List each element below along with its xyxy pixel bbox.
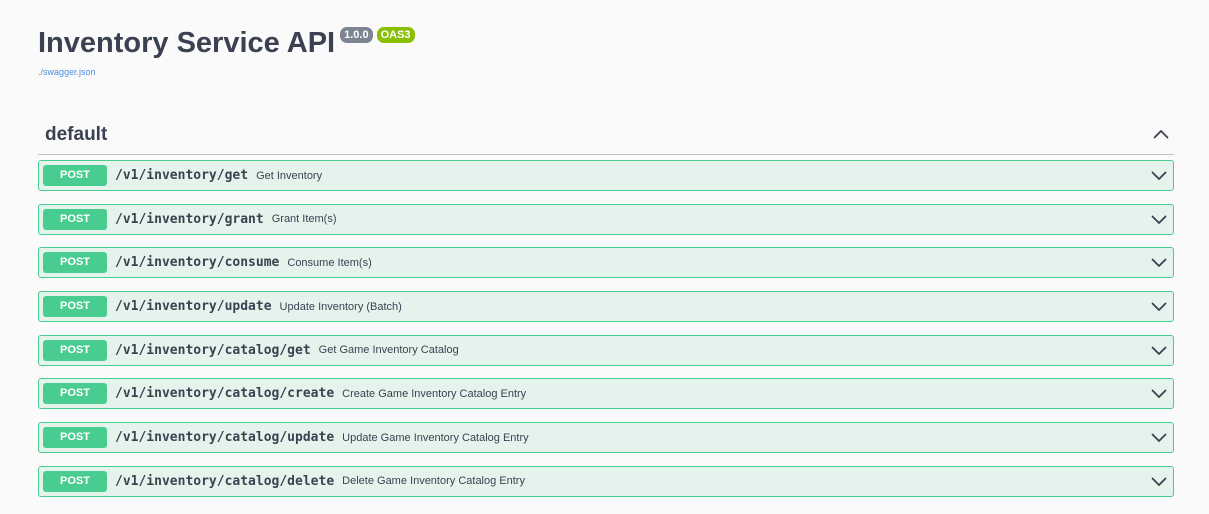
chevron-down-icon[interactable] [1149,341,1169,361]
api-info: Inventory Service API 1.0.0 OAS3 ./swagg… [38,24,415,78]
tag-section-default: default POST /v1/inventory/get Get Inven… [38,114,1174,497]
operation-path: /v1/inventory/catalog/get [115,342,311,358]
operation-row[interactable]: POST /v1/inventory/catalog/delete Delete… [38,465,1174,497]
operation-path: /v1/inventory/consume [115,255,280,271]
operation-summary: Create Game Inventory Catalog Entry [342,387,527,400]
operation-row[interactable]: POST /v1/inventory/catalog/get Get Game … [38,334,1174,366]
chevron-down-icon[interactable] [1149,384,1169,404]
chevron-down-icon[interactable] [1149,472,1169,492]
operation-summary: Update Game Inventory Catalog Entry [342,431,529,444]
section-title: default [45,124,108,145]
method-badge: POST [43,208,107,230]
oas-badge: OAS3 [376,27,415,43]
operation-path: /v1/inventory/update [115,299,272,315]
method-badge: POST [43,165,107,186]
version-badge: 1.0.0 [340,27,373,43]
operation-summary: Consume Item(s) [287,256,372,269]
operation-row[interactable]: POST /v1/inventory/update Update Invento… [38,291,1174,323]
chevron-down-icon[interactable] [1149,166,1169,186]
operation-row[interactable]: POST /v1/inventory/consume Consume Item(… [38,247,1174,279]
chevron-down-icon[interactable] [1149,253,1169,273]
operation-path: /v1/inventory/grant [115,211,264,227]
operation-path: /v1/inventory/get [115,168,249,183]
method-badge: POST [43,383,107,405]
method-badge: POST [43,470,107,492]
title-row: Inventory Service API 1.0.0 OAS3 [38,24,415,62]
chevron-down-icon[interactable] [1149,297,1169,317]
method-badge: POST [43,296,107,318]
operation-row[interactable]: POST /v1/inventory/catalog/update Update… [38,422,1174,454]
method-badge: POST [43,252,107,274]
swagger-page: Inventory Service API 1.0.0 OAS3 ./swagg… [0,0,1209,514]
chevron-up-icon[interactable] [1148,122,1174,146]
method-badge: POST [43,339,107,361]
operation-summary: Delete Game Inventory Catalog Entry [342,475,525,488]
chevron-down-icon[interactable] [1149,428,1169,448]
operation-summary: Get Inventory [256,169,323,182]
chevron-down-icon[interactable] [1149,210,1169,230]
section-header[interactable]: default [38,114,1174,155]
operation-summary: Update Inventory (Batch) [279,300,402,313]
operation-row[interactable]: POST /v1/inventory/catalog/create Create… [38,378,1174,410]
operation-summary: Get Game Inventory Catalog [318,344,459,357]
spec-link[interactable]: ./swagger.json [38,66,415,78]
method-badge: POST [43,427,107,449]
api-title: Inventory Service API [38,27,336,59]
operation-row[interactable]: POST /v1/inventory/grant Grant Item(s) [38,203,1174,235]
operation-summary: Grant Item(s) [271,213,337,226]
operations-list: POST /v1/inventory/get Get Inventory POS… [38,160,1174,510]
operation-row[interactable]: POST /v1/inventory/get Get Inventory [38,160,1174,191]
operation-path: /v1/inventory/catalog/update [115,430,335,446]
operation-path: /v1/inventory/catalog/create [115,386,335,402]
operation-path: /v1/inventory/catalog/delete [115,473,335,489]
